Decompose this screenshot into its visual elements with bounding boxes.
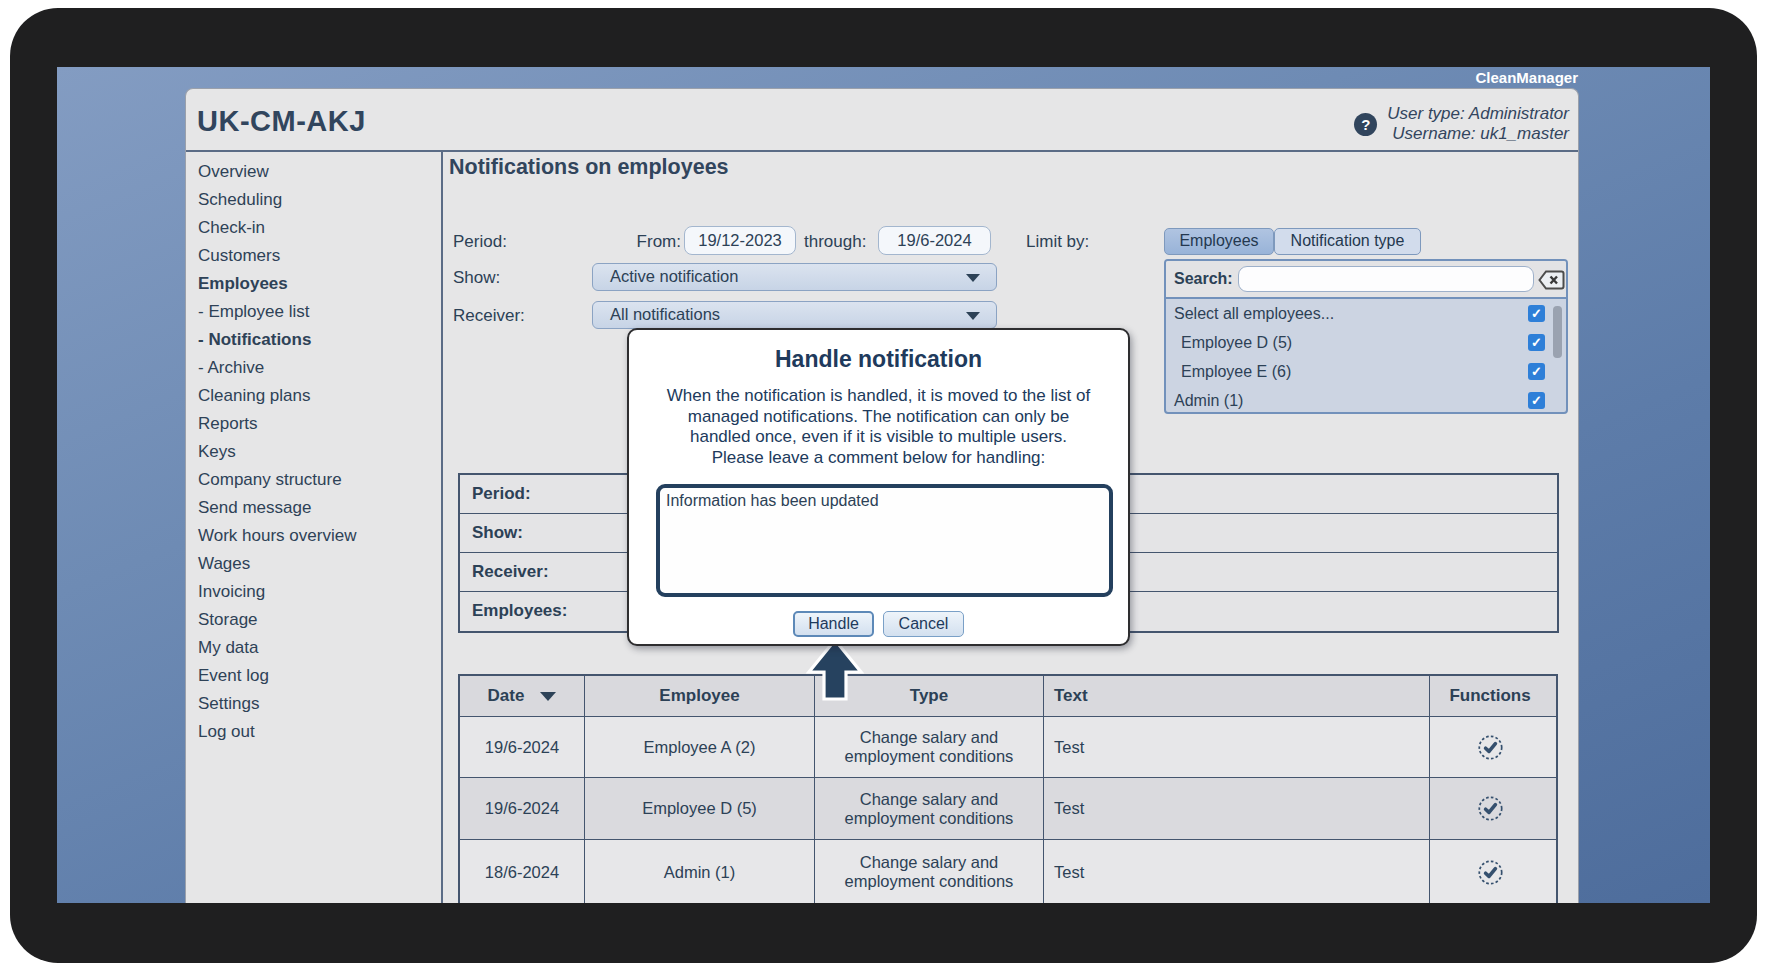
receiver-dropdown[interactable]: All notifications <box>592 301 997 329</box>
sidebar-item-send-message[interactable]: Send message <box>186 494 441 522</box>
page-title: UK-CM-AKJ <box>197 105 366 138</box>
limit-by-label: Limit by: <box>1026 232 1089 252</box>
sort-desc-icon <box>540 692 556 701</box>
handle-notification-dialog: Handle notification When the notificatio… <box>627 328 1130 646</box>
comment-textarea[interactable]: Information has been updated <box>656 484 1113 597</box>
sidebar-item-settings[interactable]: Settings <box>186 690 441 718</box>
sidebar-item-work-hours-overview[interactable]: Work hours overview <box>186 522 441 550</box>
table-row: 19/6-2024 Employee A (2) Change salary a… <box>460 717 1556 778</box>
search-label: Search: <box>1174 270 1233 288</box>
username: Username: uk1_master <box>1387 124 1569 144</box>
checkbox-checked-icon[interactable]: ✓ <box>1528 392 1545 409</box>
header-date[interactable]: Date <box>460 676 585 716</box>
sidebar-item-overview[interactable]: Overview <box>186 158 441 186</box>
sidebar-item-employee-list[interactable]: - Employee list <box>186 298 441 326</box>
receiver-dropdown-value: All notifications <box>610 305 720 323</box>
scrollbar-thumb[interactable] <box>1553 306 1562 358</box>
sidebar-item-company-structure[interactable]: Company structure <box>186 466 441 494</box>
date-through-input[interactable]: 19/6-2024 <box>878 226 991 255</box>
option-admin[interactable]: Admin (1) ✓ <box>1166 386 1566 414</box>
receiver-label: Receiver: <box>453 306 525 326</box>
header-employee: Employee <box>585 676 815 716</box>
brand-logo: CleanManager <box>1475 69 1578 86</box>
show-label: Show: <box>453 268 500 288</box>
dialog-body-text2: Please leave a comment below for handlin… <box>629 448 1128 469</box>
handle-button[interactable]: Handle <box>793 611 874 637</box>
dialog-body-text: When the notification is handled, it is … <box>656 386 1101 448</box>
sidebar-divider <box>441 152 443 903</box>
sidebar-item-archive[interactable]: - Archive <box>186 354 441 382</box>
notifications-table: Date Employee Type Text Functions 19/6-2… <box>458 674 1558 903</box>
user-lines: User type: Administrator Username: uk1_m… <box>1387 104 1569 144</box>
header-text: Text <box>1044 676 1430 716</box>
checkbox-checked-icon[interactable]: ✓ <box>1528 363 1545 380</box>
handled-checkmark-icon[interactable] <box>1477 859 1504 886</box>
option-select-all-employees[interactable]: Select all employees... ✓ <box>1166 299 1566 328</box>
handled-checkmark-icon[interactable] <box>1477 795 1504 822</box>
sidebar-item-my-data[interactable]: My data <box>186 634 441 662</box>
help-icon[interactable]: ? <box>1354 113 1377 136</box>
sidebar-item-employees[interactable]: Employees <box>186 270 441 298</box>
dialog-buttons: Handle Cancel <box>629 611 1128 637</box>
option-employee-d[interactable]: Employee D (5) ✓ <box>1166 328 1566 357</box>
through-label: through: <box>804 232 866 252</box>
table-row: 19/6-2024 Employee D (5) Change salary a… <box>460 778 1556 840</box>
from-label: From: <box>616 232 681 252</box>
sidebar-item-scheduling[interactable]: Scheduling <box>186 186 441 214</box>
sidebar-item-storage[interactable]: Storage <box>186 606 441 634</box>
period-label: Period: <box>453 232 507 252</box>
sidebar-item-event-log[interactable]: Event log <box>186 662 441 690</box>
dialog-title: Handle notification <box>629 346 1128 373</box>
option-employee-e[interactable]: Employee E (6) ✓ <box>1166 357 1566 386</box>
show-dropdown[interactable]: Active notification <box>592 263 997 291</box>
chevron-down-icon <box>966 274 980 282</box>
checkbox-checked-icon[interactable]: ✓ <box>1528 334 1545 351</box>
sidebar-item-notifications[interactable]: - Notifications <box>186 326 441 354</box>
sidebar-item-invoicing[interactable]: Invoicing <box>186 578 441 606</box>
sidebar-item-check-in[interactable]: Check-in <box>186 214 441 242</box>
user-info: ? User type: Administrator Username: uk1… <box>1354 104 1569 144</box>
tab-employees[interactable]: Employees <box>1164 228 1274 255</box>
cancel-button[interactable]: Cancel <box>883 611 964 637</box>
sidebar-item-log-out[interactable]: Log out <box>186 718 441 746</box>
table-row: 18/6-2024 Admin (1) Change salary and em… <box>460 840 1556 903</box>
sidebar: Overview Scheduling Check-in Customers E… <box>186 152 441 903</box>
sidebar-item-customers[interactable]: Customers <box>186 242 441 270</box>
date-from-input[interactable]: 19/12-2023 <box>684 226 796 255</box>
sidebar-item-cleaning-plans[interactable]: Cleaning plans <box>186 382 441 410</box>
employee-filter-panel: Search: Select all employees... ✓ Employ… <box>1164 259 1568 414</box>
sidebar-item-wages[interactable]: Wages <box>186 550 441 578</box>
table-header-row: Date Employee Type Text Functions <box>460 676 1556 717</box>
handled-checkmark-icon[interactable] <box>1477 734 1504 761</box>
tab-notification-type[interactable]: Notification type <box>1274 228 1421 255</box>
sidebar-item-keys[interactable]: Keys <box>186 438 441 466</box>
clear-search-icon[interactable] <box>1538 270 1565 290</box>
user-type: User type: Administrator <box>1387 104 1569 124</box>
checkbox-checked-icon[interactable]: ✓ <box>1528 305 1545 322</box>
search-row: Search: <box>1166 261 1566 299</box>
show-dropdown-value: Active notification <box>610 267 738 285</box>
header-functions: Functions <box>1430 676 1550 716</box>
search-input[interactable] <box>1238 266 1534 292</box>
section-heading: Notifications on employees <box>449 155 729 180</box>
chevron-down-icon <box>966 312 980 320</box>
sidebar-item-reports[interactable]: Reports <box>186 410 441 438</box>
